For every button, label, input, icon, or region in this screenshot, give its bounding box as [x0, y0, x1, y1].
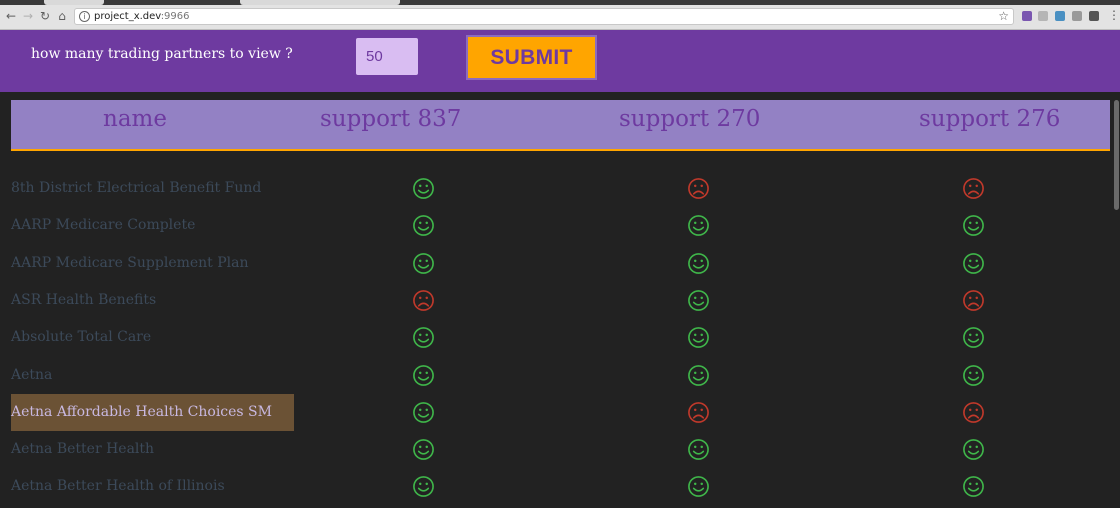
home-icon[interactable]: ⌂: [56, 10, 68, 22]
browser-tab[interactable]: [44, 0, 104, 5]
partner-name: 8th District Electrical Benefit Fund: [11, 180, 262, 196]
table-row[interactable]: Aetna Better Health of Illinois: [11, 468, 1110, 505]
partner-name: Aetna Affordable Health Choices SM: [11, 393, 294, 431]
header-name: name: [103, 106, 167, 132]
smiley-face-icon: [963, 476, 984, 498]
forward-icon[interactable]: →: [22, 10, 34, 22]
header-support-276: support 276: [919, 106, 1061, 132]
header-support-837: support 837: [320, 106, 462, 132]
frowning-face-icon: [688, 401, 709, 423]
submit-button[interactable]: SUBMIT: [466, 35, 597, 80]
address-url: project_x.dev:9966: [94, 11, 190, 22]
table-header: name support 837 support 270 support 276: [11, 100, 1110, 151]
frowning-face-icon: [963, 178, 984, 199]
extension-icon[interactable]: [1038, 11, 1048, 21]
table-row[interactable]: AARP Medicare Complete: [11, 207, 1110, 244]
smiley-face-icon: [413, 215, 434, 237]
table-row[interactable]: ASR Health Benefits: [11, 282, 1110, 319]
partner-name: AARP Medicare Supplement Plan: [11, 254, 249, 271]
browser-toolbar: ← → ↻ ⌂ i project_x.dev:9966 ☆ ⋮: [0, 0, 1120, 30]
smiley-face-icon: [688, 327, 709, 349]
smiley-face-icon: [963, 327, 984, 349]
frowning-face-icon: [413, 289, 434, 311]
smiley-face-icon: [963, 439, 984, 460]
smiley-face-icon: [688, 252, 709, 274]
smiley-face-icon: [413, 401, 434, 423]
info-icon[interactable]: i: [79, 11, 90, 22]
partner-name: AARP Medicare Complete: [11, 217, 196, 234]
scrollbar[interactable]: [1114, 100, 1119, 210]
partner-name: Aetna Better Health: [11, 441, 155, 458]
question-label: how many trading partners to view ?: [31, 46, 293, 62]
frowning-face-icon: [688, 178, 709, 199]
extension-icon[interactable]: [1072, 11, 1082, 21]
query-bar: how many trading partners to view ? SUBM…: [0, 30, 1120, 92]
smiley-face-icon: [963, 252, 984, 274]
table-row[interactable]: Aetna Better Health: [11, 431, 1110, 468]
table-row[interactable]: Absolute Total Care: [11, 319, 1110, 356]
table-row[interactable]: Aetna Affordable Health Choices SM: [11, 393, 1110, 431]
header-support-270: support 270: [619, 106, 761, 132]
table-row[interactable]: AARP Medicare Supplement Plan: [11, 245, 1110, 282]
smiley-face-icon: [413, 439, 434, 460]
extension-icon[interactable]: [1055, 11, 1065, 21]
partner-name: Aetna: [11, 366, 53, 383]
extension-icon[interactable]: [1089, 11, 1099, 21]
tab-strip: [0, 0, 1120, 5]
smiley-face-icon: [688, 289, 709, 311]
smiley-face-icon: [413, 178, 434, 199]
smiley-face-icon: [963, 364, 984, 386]
smiley-face-icon: [688, 215, 709, 237]
partner-name: Absolute Total Care: [11, 329, 152, 346]
smiley-face-icon: [413, 476, 434, 498]
partner-name: ASR Health Benefits: [11, 291, 157, 308]
smiley-face-icon: [688, 476, 709, 498]
smiley-face-icon: [413, 327, 434, 349]
address-bar[interactable]: i project_x.dev:9966 ☆: [74, 8, 1014, 25]
table-row[interactable]: Aetna: [11, 357, 1110, 394]
browser-menu-icon[interactable]: ⋮: [1108, 9, 1120, 21]
smiley-face-icon: [688, 364, 709, 386]
frowning-face-icon: [963, 401, 984, 423]
back-icon[interactable]: ←: [5, 10, 17, 22]
partner-name: Aetna Better Health of Illinois: [11, 478, 225, 495]
partner-count-input[interactable]: [356, 38, 418, 75]
smiley-face-icon: [413, 364, 434, 386]
reload-icon[interactable]: ↻: [39, 10, 51, 22]
bookmark-star-icon[interactable]: ☆: [998, 9, 1009, 24]
extension-icon[interactable]: [1022, 11, 1032, 21]
smiley-face-icon: [688, 439, 709, 460]
browser-tab[interactable]: [240, 0, 400, 5]
frowning-face-icon: [963, 289, 984, 311]
smiley-face-icon: [963, 215, 984, 237]
table-row[interactable]: 8th District Electrical Benefit Fund: [11, 170, 1110, 207]
smiley-face-icon: [413, 252, 434, 274]
